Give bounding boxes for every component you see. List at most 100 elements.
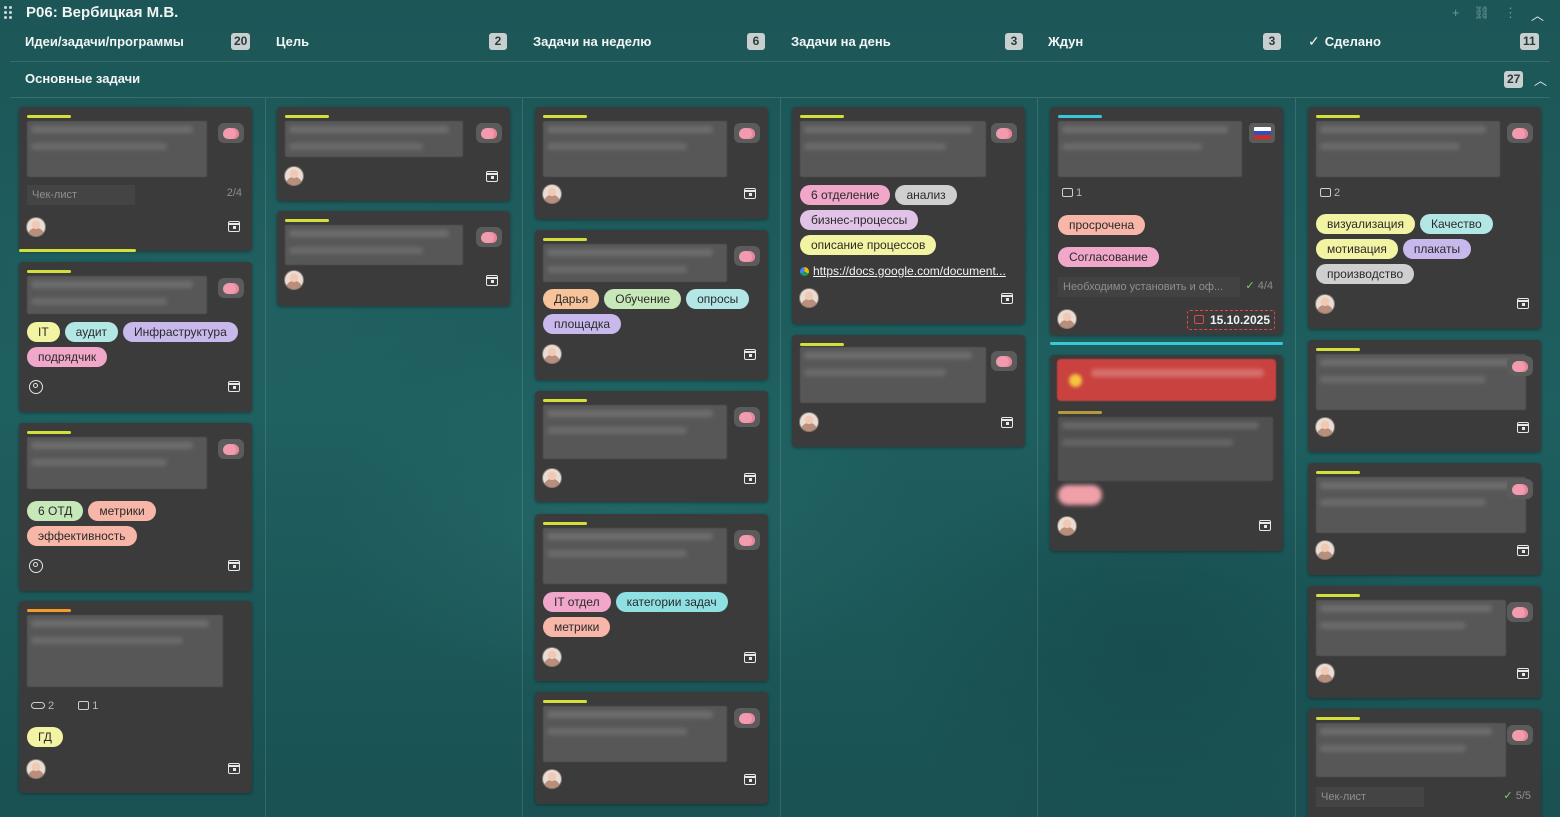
avatar[interactable]	[1316, 295, 1334, 313]
task-card[interactable]: 2 1 ГД	[19, 601, 252, 793]
task-card[interactable]	[1308, 586, 1541, 698]
tag[interactable]: Качество	[1419, 214, 1493, 234]
calendar-icon[interactable]	[228, 381, 240, 392]
task-card[interactable]: 2 визуализация Качество мотивация плакат…	[1308, 107, 1541, 329]
column-header-goal[interactable]: Цель	[276, 30, 309, 52]
task-card[interactable]	[277, 107, 510, 201]
brain-icon[interactable]	[1507, 602, 1533, 622]
tag[interactable]: IT	[27, 322, 60, 342]
column-header-done[interactable]: ✓ Сделано	[1308, 30, 1381, 52]
link-icon[interactable]: ⛓	[1473, 5, 1490, 24]
task-card[interactable]: Чек-лист 2/4	[19, 107, 252, 252]
tag[interactable]: IT отдел	[543, 592, 611, 612]
column-header-day[interactable]: Задачи на день	[791, 30, 891, 52]
calendar-icon[interactable]	[1517, 298, 1529, 309]
tag[interactable]: визуализация	[1316, 214, 1415, 234]
calendar-icon[interactable]	[744, 473, 756, 484]
brain-icon[interactable]	[734, 123, 760, 143]
task-card[interactable]	[1308, 340, 1541, 452]
calendar-icon[interactable]	[1517, 422, 1529, 433]
avatar[interactable]	[285, 271, 303, 289]
avatar[interactable]	[1316, 664, 1334, 682]
tag[interactable]: метрики	[543, 617, 611, 637]
tag[interactable]: опросы	[686, 289, 750, 309]
calendar-icon[interactable]	[1517, 545, 1529, 556]
avatar[interactable]	[27, 760, 45, 778]
tag[interactable]: 6 отделение	[800, 185, 891, 205]
avatar[interactable]	[800, 413, 818, 431]
brain-icon[interactable]	[734, 246, 760, 266]
calendar-icon[interactable]	[744, 652, 756, 663]
tag[interactable]: плакаты	[1402, 239, 1472, 259]
tag[interactable]: эффективность	[27, 526, 137, 546]
chevron-up-icon[interactable]: ︿	[1531, 5, 1544, 24]
task-card[interactable]: IT отдел категории задач метрики	[535, 514, 768, 681]
calendar-icon[interactable]	[228, 560, 240, 571]
tag[interactable]: мотивация	[1316, 239, 1398, 259]
tag[interactable]: Дарья	[543, 289, 600, 309]
avatar[interactable]	[800, 289, 818, 307]
task-card[interactable]	[792, 335, 1025, 447]
task-card[interactable]: Дарья Обучение опросы площадка	[535, 230, 768, 380]
calendar-icon[interactable]	[228, 763, 240, 774]
avatar[interactable]	[543, 185, 561, 203]
task-card[interactable]: IT аудит Инфраструктура подрядчик	[19, 262, 252, 412]
column-header-waiting[interactable]: Ждун	[1048, 30, 1083, 52]
calendar-icon[interactable]	[744, 188, 756, 199]
swimlane-title[interactable]: Основные задачи	[25, 71, 140, 86]
drag-handle-icon[interactable]	[4, 6, 14, 20]
plus-icon[interactable]: +	[1452, 5, 1460, 24]
task-card[interactable]	[277, 211, 510, 306]
avatar[interactable]	[543, 770, 561, 788]
brain-icon[interactable]	[218, 123, 244, 143]
task-card[interactable]	[1308, 463, 1541, 575]
avatar[interactable]	[543, 648, 561, 666]
brain-icon[interactable]	[734, 407, 760, 427]
task-card[interactable]: 6 ОТД метрики эффективность	[19, 423, 252, 591]
tag[interactable]: площадка	[543, 314, 622, 334]
avatar[interactable]	[285, 167, 303, 185]
avatar[interactable]	[1316, 541, 1334, 559]
brain-icon[interactable]	[1507, 479, 1533, 499]
brain-icon[interactable]	[476, 123, 502, 143]
column-header-week[interactable]: Задачи на неделю	[533, 30, 651, 52]
tag[interactable]: Инфраструктура	[123, 322, 238, 342]
avatar[interactable]	[543, 345, 561, 363]
tag[interactable]: просрочена	[1058, 215, 1146, 235]
task-card[interactable]	[1050, 355, 1283, 551]
due-date[interactable]: 15.10.2025	[1186, 310, 1275, 330]
brain-icon[interactable]	[1507, 356, 1533, 376]
brain-icon[interactable]	[218, 278, 244, 298]
more-icon[interactable]: ⋮	[1504, 5, 1517, 24]
brain-icon[interactable]	[476, 227, 502, 247]
checklist-label[interactable]: Необходимо установить и оф...	[1058, 277, 1240, 297]
tag[interactable]: бизнес-процессы	[800, 210, 919, 230]
task-card[interactable]: 6 отделение анализ бизнес-процессы описа…	[792, 107, 1025, 324]
calendar-icon[interactable]	[486, 171, 498, 182]
brain-icon[interactable]	[734, 530, 760, 550]
tag[interactable]: ГД	[27, 727, 63, 747]
avatar[interactable]	[543, 469, 561, 487]
task-card[interactable]	[535, 391, 768, 502]
column-header-ideas[interactable]: Идеи/задачи/программы	[25, 30, 184, 52]
document-link[interactable]: https://docs.google.com/document...	[800, 264, 1015, 278]
brain-icon[interactable]	[1507, 725, 1533, 745]
calendar-icon[interactable]	[1259, 520, 1271, 531]
brain-icon[interactable]	[218, 439, 244, 459]
brain-icon[interactable]	[991, 351, 1017, 371]
tag[interactable]: аудит	[64, 322, 119, 342]
task-card[interactable]	[535, 692, 768, 804]
checklist-label[interactable]: Чек-лист	[27, 185, 135, 205]
brain-icon[interactable]	[991, 123, 1017, 143]
tag[interactable]: категории задач	[615, 592, 728, 612]
tag[interactable]: Обучение	[604, 289, 682, 309]
chevron-up-icon[interactable]: ︿	[1534, 70, 1547, 89]
avatar[interactable]	[1316, 418, 1334, 436]
tag[interactable]: описание процессов	[800, 235, 937, 255]
calendar-icon[interactable]	[1517, 668, 1529, 679]
user-icon[interactable]	[29, 380, 43, 394]
tag[interactable]	[1058, 485, 1102, 505]
brain-icon[interactable]	[1507, 123, 1533, 143]
tag[interactable]: метрики	[88, 501, 156, 521]
avatar[interactable]	[1058, 310, 1076, 328]
